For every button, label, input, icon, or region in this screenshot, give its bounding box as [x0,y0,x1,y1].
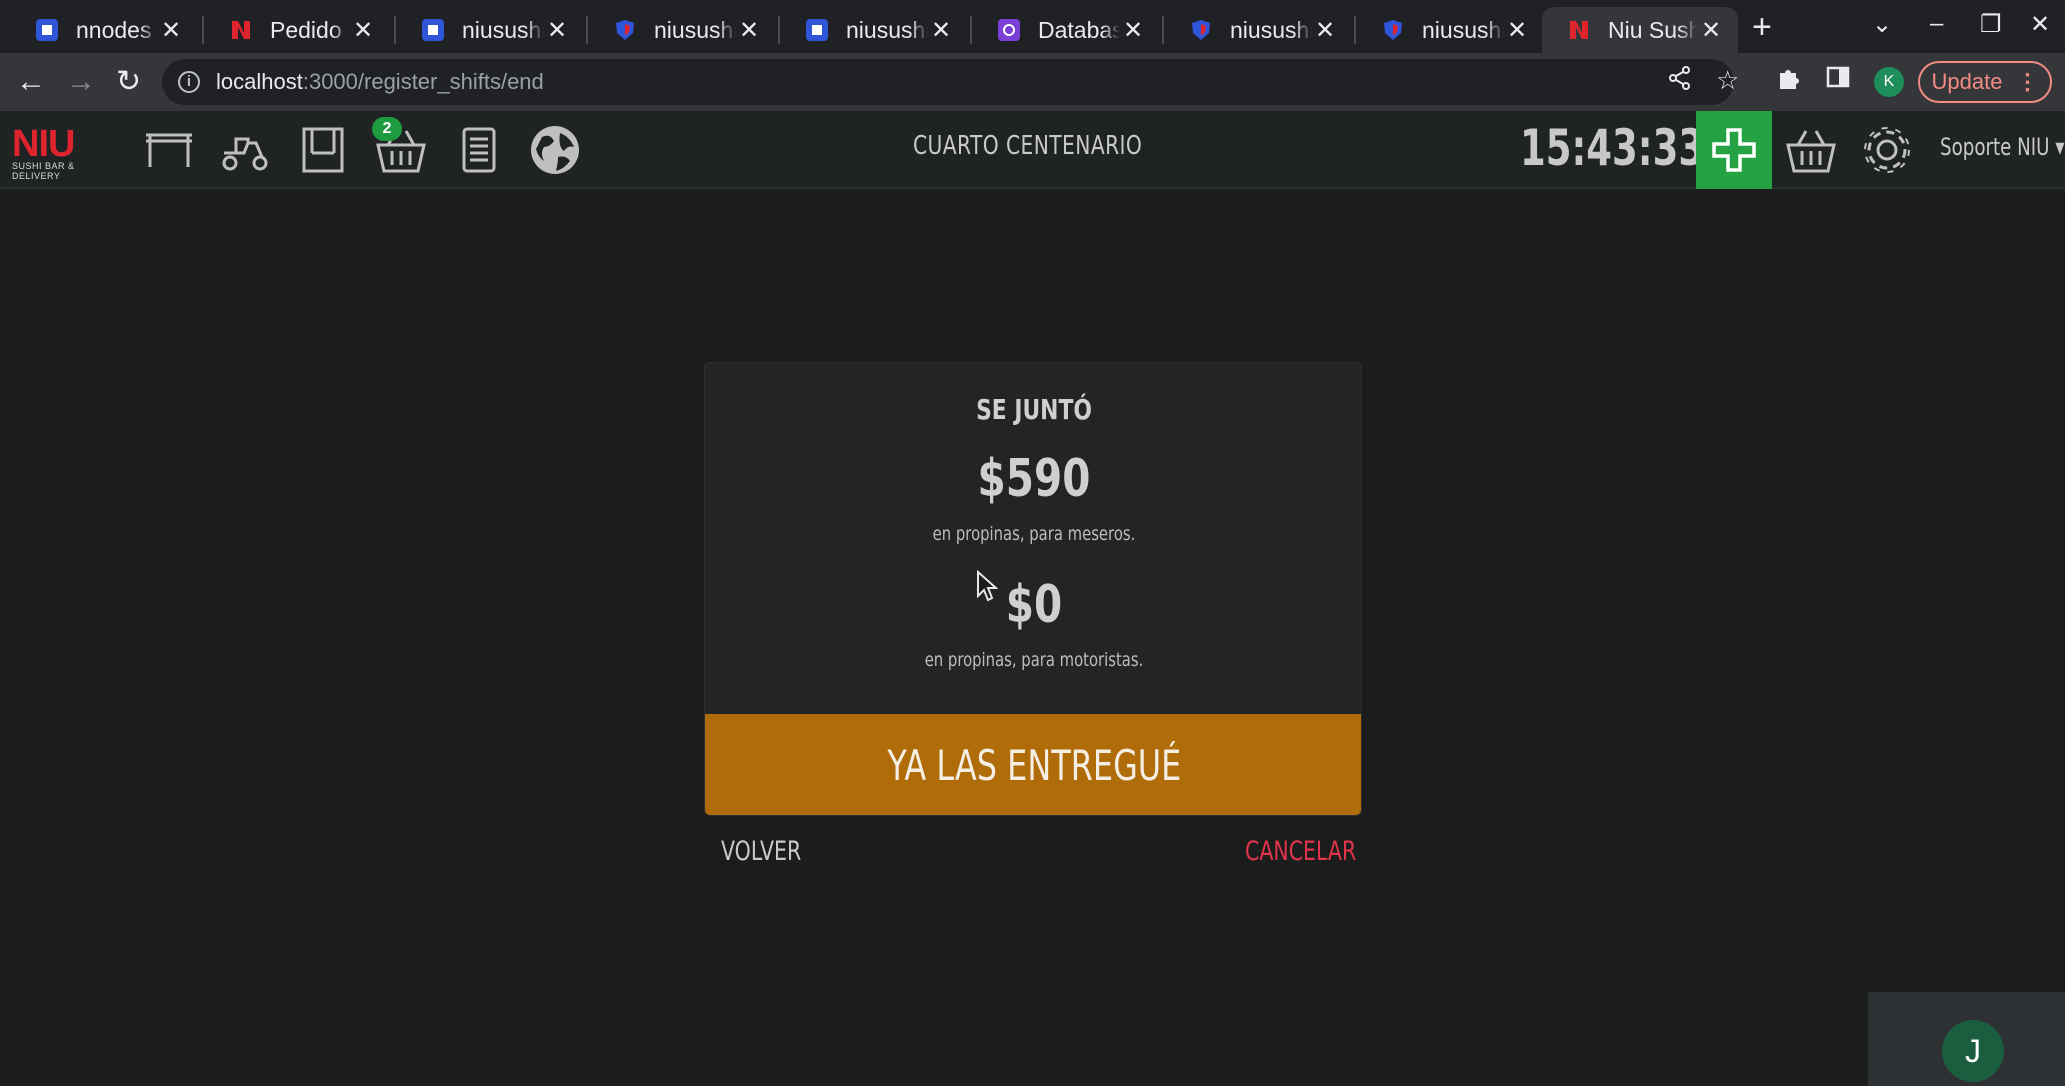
user-menu[interactable]: Soporte NIU ▾ [1940,133,2064,161]
niu-logo-icon [1568,19,1590,41]
forward-arrow-icon[interactable]: → [66,63,96,101]
browser-tab[interactable]: niusushi ✕ [1356,7,1544,53]
mouse-cursor-icon [976,569,999,607]
purple-app-icon [998,19,1020,41]
site-info-icon[interactable]: i [178,71,200,93]
profile-avatar[interactable]: K [1874,67,1904,97]
waiters-tip-amount: $590 [977,449,1091,509]
browser-toolbar: ← → ↻ i localhost:3000/register_shifts/e… [0,53,2065,111]
tab-title: niusushi [462,16,544,43]
close-icon[interactable]: ✕ [158,16,184,45]
share-icon[interactable] [1668,65,1692,98]
niu-sushi-logo[interactable]: NIU SUSHI BAR & DELIVERY [12,125,116,181]
close-icon[interactable]: ✕ [1698,16,1724,45]
tips-summary-card: SE JUNTÓ $590 en propinas, para meseros.… [704,362,1362,816]
tab-title: niusushi [654,16,736,43]
confirm-delivered-button[interactable]: YA LAS ENTREGUÉ [705,714,1361,815]
clock-display: 15:43:33 [1520,119,1705,177]
close-icon[interactable]: ✕ [1120,16,1146,45]
blue-square-icon [36,19,58,41]
restore-icon[interactable]: ❐ [1980,10,2002,39]
summary-title: SE JUNTÓ [976,393,1092,426]
browser-tab[interactable]: nnodes / ✕ [10,7,198,53]
shield-icon [1382,19,1404,41]
bookmark-star-icon[interactable]: ☆ [1716,65,1739,96]
update-label: Update [1931,69,2003,94]
more-menu-icon: ⋮ [2016,69,2039,94]
table-icon[interactable] [142,123,196,177]
app-header: NIU SUSHI BAR & DELIVERY CUARTO CENTENAR… [0,111,2065,189]
tab-title: niusushi [1230,16,1312,43]
chevron-down-icon: ▾ [2055,133,2065,161]
url-text: localhost:3000/register_shifts/end [216,69,544,94]
confirm-label: YA LAS ENTREGUÉ [887,741,1181,790]
browser-tab-bar: nnodes / ✕ Pedido # ✕ niusushi ✕ niusush… [0,0,2065,53]
waiters-tip-note: en propinas, para meseros. [932,523,1136,545]
drivers-tip-note: en propinas, para motoristas. [924,649,1144,671]
close-icon[interactable]: ✕ [350,16,376,45]
tab-title: Pedido # [270,16,350,43]
cart-count-badge: 2 [372,117,402,141]
back-arrow-icon[interactable]: ← [16,63,46,101]
shield-icon [1190,19,1212,41]
close-icon[interactable]: ✕ [1312,16,1338,45]
participant-avatar: J [1942,1020,2004,1082]
browser-tab[interactable]: niusushi ✕ [1164,7,1352,53]
basket-icon[interactable] [1784,123,1838,177]
reload-icon[interactable]: ↻ [116,63,141,101]
browser-tab[interactable]: niusushi ✕ [588,7,776,53]
tab-title: niusushi [1422,16,1504,43]
tab-search-icon[interactable]: ⌄ [1872,10,1892,39]
update-button[interactable]: Update ⋮ [1918,61,2052,103]
window-close-icon[interactable]: ✕ [2030,10,2050,39]
address-bar[interactable]: i localhost:3000/register_shifts/end [162,59,1734,105]
tab-title: nnodes / [76,16,158,43]
close-icon[interactable]: ✕ [928,16,954,45]
close-icon[interactable]: ✕ [1504,16,1530,45]
tab-title: niusushi [846,16,928,43]
close-icon[interactable]: ✕ [544,16,570,45]
side-panel-icon[interactable] [1826,65,1850,96]
tab-title: Database [1038,16,1120,43]
extensions-puzzle-icon[interactable] [1776,65,1802,98]
browser-tab[interactable]: niusushi ✕ [396,7,584,53]
new-tab-button[interactable]: + [1752,8,1772,46]
gear-icon[interactable] [1860,123,1914,177]
drivers-tip-amount: $0 [1005,575,1063,635]
blue-square-icon [806,19,828,41]
plus-icon [1712,128,1756,172]
browser-tab[interactable]: Database ✕ [972,7,1160,53]
cancel-button[interactable]: CANCELAR [1245,836,1356,867]
browser-tab-active[interactable]: Niu Sush ✕ [1542,7,1738,53]
shield-icon [614,19,636,41]
close-icon[interactable]: ✕ [736,16,762,45]
browser-tab[interactable]: Pedido # ✕ [204,7,390,53]
browser-tab[interactable]: niusushi ✕ [780,7,968,53]
minimize-icon[interactable]: – [1930,10,1943,38]
back-button[interactable]: VOLVER [721,836,801,867]
tab-title: Niu Sush [1608,16,1698,43]
blue-square-icon [422,19,444,41]
user-name: Soporte NIU [1940,133,2050,161]
add-order-button[interactable] [1696,111,1772,189]
niu-logo-icon [230,19,252,41]
